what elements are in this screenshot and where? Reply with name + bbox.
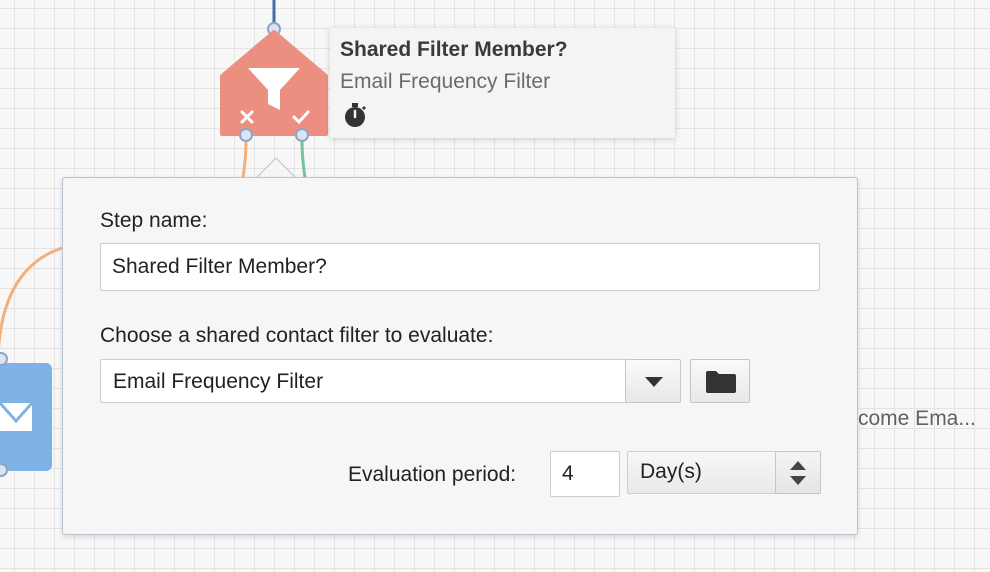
period-unit-value: Day(s) (640, 460, 702, 483)
node-title: Shared Filter Member? (340, 38, 568, 61)
shared-filter-select[interactable]: Email Frequency Filter (100, 359, 681, 403)
funnel-icon (220, 30, 328, 136)
filter-label: Choose a shared contact filter to evalua… (100, 324, 494, 347)
stopwatch-icon (345, 103, 367, 127)
email-node[interactable] (0, 363, 52, 471)
step-name-input[interactable] (100, 243, 820, 291)
yes-output-port[interactable] (295, 128, 309, 142)
period-unit-stepper[interactable] (775, 451, 821, 494)
shared-filter-value: Email Frequency Filter (113, 370, 324, 393)
popup-pointer (256, 157, 296, 179)
background-node-label: come Ema... (858, 407, 976, 430)
evaluation-period-input[interactable] (550, 451, 620, 497)
step-settings-popup: Step name: Choose a shared contact filte… (62, 177, 858, 535)
envelope-icon (0, 402, 34, 431)
chevron-down-icon (645, 377, 663, 387)
period-unit-select[interactable]: Day(s) (627, 451, 821, 494)
up-down-arrows-icon (790, 461, 806, 485)
step-name-label: Step name: (100, 209, 208, 232)
node-subtitle: Email Frequency Filter (340, 70, 551, 93)
folder-icon (706, 371, 736, 393)
evaluation-period-label: Evaluation period: (348, 463, 517, 486)
node-info-card: Shared Filter Member? Email Frequency Fi… (330, 28, 675, 138)
filter-node[interactable] (218, 28, 330, 140)
no-output-port[interactable] (239, 128, 253, 142)
browse-filters-button[interactable] (690, 359, 750, 403)
filter-dropdown-button[interactable] (625, 359, 681, 403)
